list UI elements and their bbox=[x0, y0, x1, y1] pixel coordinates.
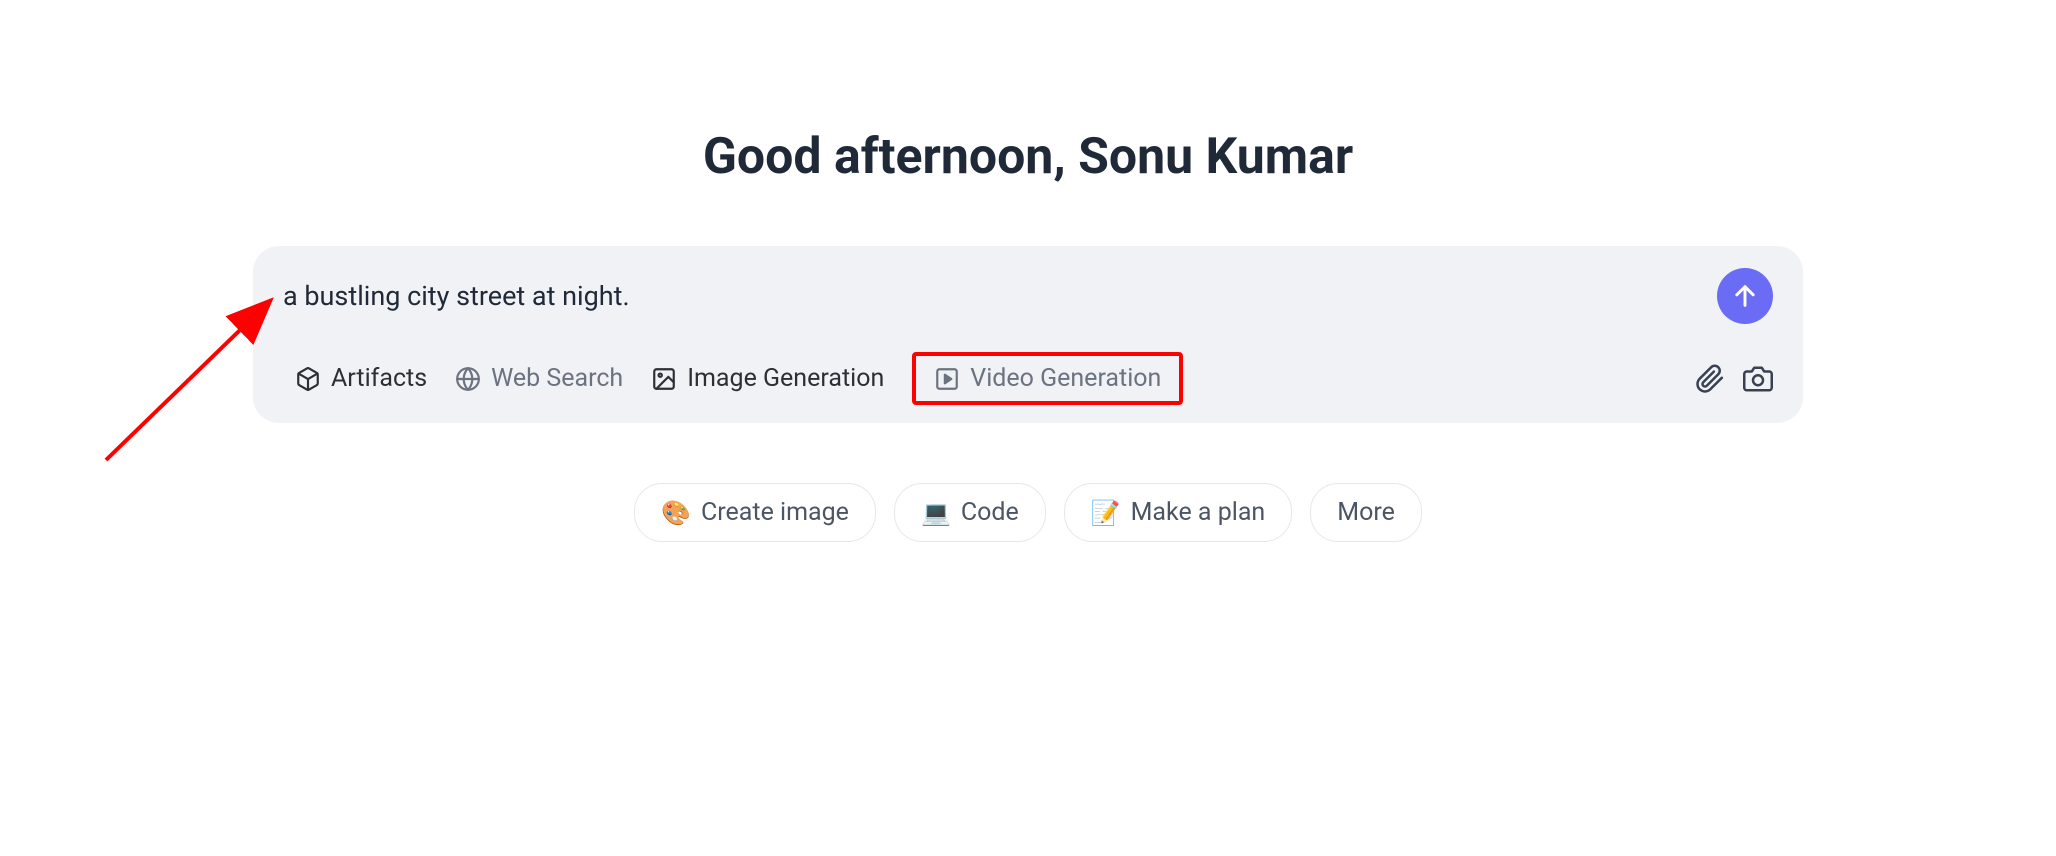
tool-video-generation-label: Video Generation bbox=[970, 364, 1161, 393]
suggestion-code-label: Code bbox=[961, 498, 1019, 527]
play-square-icon bbox=[934, 366, 960, 392]
prompt-row bbox=[283, 268, 1773, 324]
image-icon bbox=[651, 366, 677, 392]
suggestion-more-label: More bbox=[1337, 498, 1395, 527]
suggestion-make-plan-label: Make a plan bbox=[1131, 498, 1266, 527]
camera-icon[interactable] bbox=[1743, 364, 1773, 394]
tool-image-generation[interactable]: Image Generation bbox=[651, 364, 884, 393]
tool-artifacts-label: Artifacts bbox=[331, 364, 427, 393]
attachment-icons bbox=[1695, 364, 1773, 394]
globe-icon bbox=[455, 366, 481, 392]
notepad-emoji: 📝 bbox=[1091, 499, 1121, 527]
tool-image-generation-label: Image Generation bbox=[687, 364, 884, 393]
prompt-container: Artifacts Web Search Image Generation bbox=[253, 246, 1803, 423]
paperclip-icon[interactable] bbox=[1695, 364, 1725, 394]
tool-web-search[interactable]: Web Search bbox=[455, 364, 623, 393]
prompt-input[interactable] bbox=[283, 280, 1705, 312]
cube-icon bbox=[295, 366, 321, 392]
suggestion-make-plan[interactable]: 📝 Make a plan bbox=[1064, 483, 1293, 542]
suggestions-row: 🎨 Create image 💻 Code 📝 Make a plan More bbox=[634, 483, 1422, 542]
suggestion-more[interactable]: More bbox=[1310, 483, 1422, 542]
tool-artifacts[interactable]: Artifacts bbox=[295, 364, 427, 393]
palette-emoji: 🎨 bbox=[661, 499, 691, 527]
suggestion-create-image-label: Create image bbox=[701, 498, 849, 527]
arrow-up-icon bbox=[1731, 282, 1759, 310]
suggestion-code[interactable]: 💻 Code bbox=[894, 483, 1046, 542]
laptop-emoji: 💻 bbox=[921, 499, 951, 527]
send-button[interactable] bbox=[1717, 268, 1773, 324]
tool-web-search-label: Web Search bbox=[491, 364, 623, 393]
tool-video-generation[interactable]: Video Generation bbox=[912, 352, 1183, 405]
tools-row: Artifacts Web Search Image Generation bbox=[283, 352, 1773, 405]
suggestion-create-image[interactable]: 🎨 Create image bbox=[634, 483, 876, 542]
greeting-heading: Good afternoon, Sonu Kumar bbox=[703, 128, 1353, 186]
